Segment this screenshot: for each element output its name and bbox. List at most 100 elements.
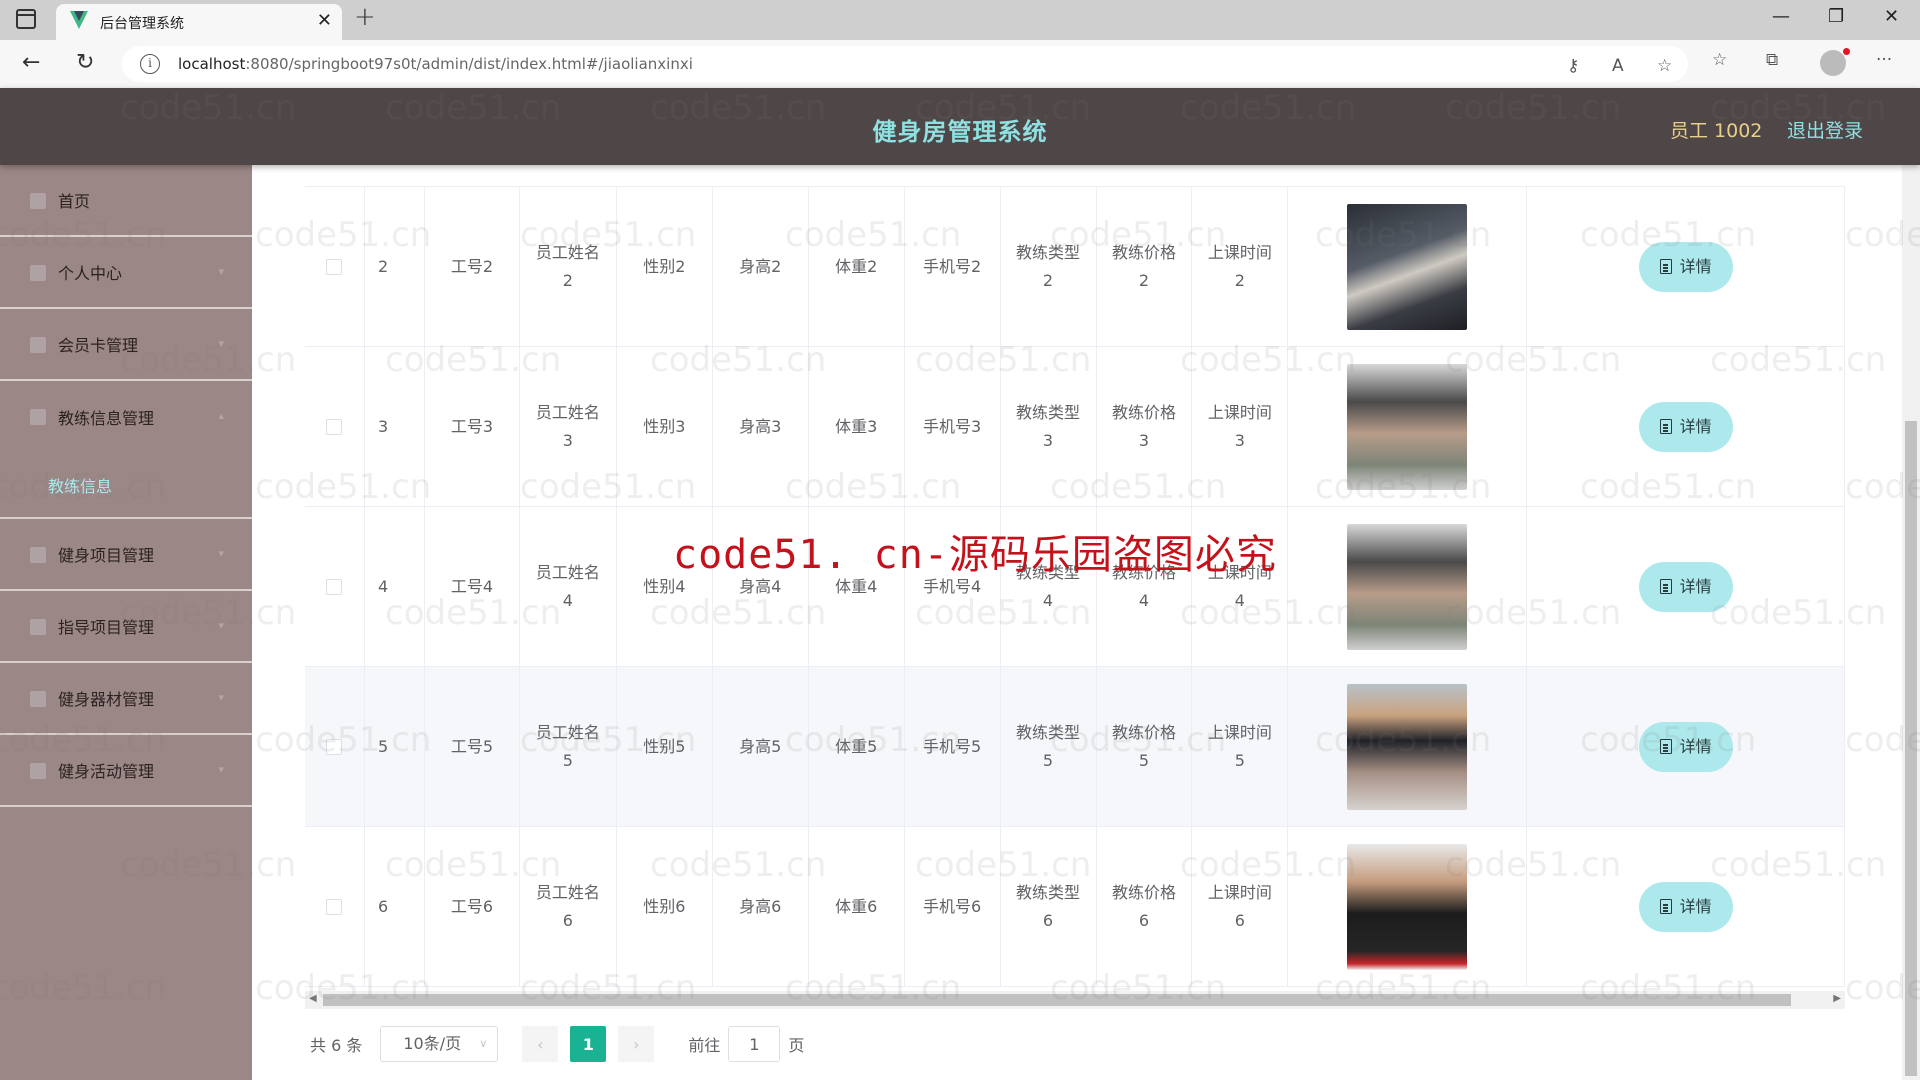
cell-text: 上课时间 3 (1207, 402, 1272, 450)
favorites-icon[interactable]: ☆ (1712, 50, 1727, 70)
coach-photo[interactable] (1347, 363, 1468, 490)
sidebar-item-profile[interactable]: 个人中心 ▾ (0, 237, 252, 309)
sidebar-item-member-card[interactable]: 会员卡管理 ▾ (0, 309, 252, 381)
phone-cell: 手机号5 (905, 667, 1001, 826)
collections-icon[interactable]: ⧉ (1766, 50, 1778, 70)
folder-icon (30, 409, 46, 425)
coach-photo[interactable] (1347, 683, 1468, 810)
price-cell: 教练价格 3 (1097, 347, 1193, 506)
logout-link[interactable]: 退出登录 (1787, 116, 1863, 143)
url-text[interactable]: localhost:8080/springboot97s0t/admin/dis… (178, 55, 693, 73)
action-cell: 详情 (1527, 507, 1845, 666)
url-path: :8080/springboot97s0t/admin/dist/index.h… (245, 55, 693, 73)
pagination: 共 6 条 10条/页 ∨ ‹ 1 › 前往 页 (310, 1025, 804, 1063)
detail-button[interactable]: 详情 (1638, 881, 1733, 932)
cell-text: 身高3 (739, 416, 782, 436)
vertical-scrollbar[interactable] (1902, 165, 1920, 1080)
cell-text: 员工姓名 3 (535, 402, 600, 450)
cell-text: 身高5 (739, 736, 782, 756)
read-aloud-icon[interactable]: A (1612, 56, 1624, 76)
detail-button[interactable]: 详情 (1638, 401, 1733, 452)
sidebar-item-label: 健身活动管理 (58, 762, 155, 781)
restore-icon[interactable]: ❐ (1828, 6, 1844, 27)
app-header: 健身房管理系统 员工 1002 退出登录 (0, 88, 1920, 165)
back-icon[interactable]: ← (22, 50, 40, 75)
sex-cell: 性别5 (617, 667, 713, 826)
cell-text: 体重6 (835, 896, 878, 916)
cell-text: 上课时间 4 (1207, 562, 1272, 610)
action-cell: 详情 (1527, 187, 1845, 346)
sidebar-item-label: 健身项目管理 (58, 546, 155, 565)
class-time-cell: 上课时间 3 (1192, 347, 1289, 506)
sidebar-item-fitness-project[interactable]: 健身项目管理 ▾ (0, 519, 252, 591)
sidebar-item-equipment[interactable]: 健身器材管理 ▾ (0, 663, 252, 735)
prev-page-button[interactable]: ‹ (522, 1026, 559, 1062)
next-page-button[interactable]: › (618, 1026, 655, 1062)
sex-cell: 性别3 (617, 347, 713, 506)
photo-cell (1288, 667, 1528, 826)
url-field[interactable]: i localhost:8080/springboot97s0t/admin/d… (122, 46, 1688, 82)
detail-button-label: 详情 (1679, 896, 1712, 916)
chevron-up-icon: ▴ (218, 409, 224, 422)
minimize-icon[interactable]: — (1772, 6, 1790, 27)
refresh-icon[interactable]: ↻ (76, 50, 94, 75)
cell-text: 体重4 (835, 576, 878, 596)
window-close-icon[interactable]: ✕ (1884, 6, 1899, 27)
table-row[interactable]: 5 工号5 员工姓名 5 性别5 身高5 体重5 手机号5 教练类型 5 教练价格 5 上课时间 5 详情 (305, 667, 1845, 827)
chevron-down-icon: ∨ (479, 1037, 488, 1050)
sidebar-subitem-coach-info[interactable]: 教练信息 (0, 453, 252, 517)
cell-text: 上课时间 2 (1207, 242, 1272, 290)
table-row[interactable]: 6 工号6 员工姓名 6 性别6 身高6 体重6 手机号6 教练类型 6 教练价格 6 上课时间 6 详情 (305, 827, 1845, 987)
page-number[interactable]: 1 (570, 1026, 607, 1062)
page-size-select[interactable]: 10条/页 ∨ (380, 1026, 499, 1062)
key-icon[interactable]: ⚷ (1567, 56, 1579, 76)
cell-text: 身高4 (739, 576, 782, 596)
plus-icon[interactable]: + (354, 2, 376, 32)
phone-cell: 手机号2 (905, 187, 1001, 346)
phone-cell: 手机号3 (905, 347, 1001, 506)
goto-page-input[interactable] (728, 1026, 781, 1062)
chart-icon (30, 619, 46, 635)
chevron-down-icon: ▾ (218, 265, 224, 278)
more-icon[interactable]: ··· (1876, 50, 1892, 70)
info-icon[interactable]: i (140, 54, 160, 74)
horizontal-scrollbar[interactable]: ◀ ▶ (305, 991, 1845, 1009)
row-checkbox[interactable] (326, 898, 343, 915)
scroll-right-icon[interactable]: ▶ (1833, 993, 1841, 1004)
close-icon[interactable]: ✕ (317, 10, 332, 31)
coach-photo[interactable] (1347, 843, 1468, 970)
scroll-left-icon[interactable]: ◀ (309, 993, 317, 1004)
detail-button[interactable]: 详情 (1638, 721, 1733, 772)
price-cell: 教练价格 2 (1097, 187, 1193, 346)
detail-button[interactable]: 详情 (1638, 241, 1733, 292)
coach-photo[interactable] (1347, 523, 1468, 650)
table-row[interactable]: 4 工号4 员工姓名 4 性别4 身高4 体重4 手机号4 教练类型 4 教练价格 4 上课时间 4 详情 (305, 507, 1845, 667)
sidebar-item-activity[interactable]: 健身活动管理 ▾ (0, 735, 252, 807)
profile-icon[interactable] (1820, 48, 1850, 76)
horizontal-scroll-thumb[interactable] (323, 994, 1791, 1006)
coach-type-cell: 教练类型 5 (1001, 667, 1097, 826)
table-row[interactable]: 2 工号2 员工姓名 2 性别2 身高2 体重2 手机号2 教练类型 2 教练价格 2 上课时间 2 详情 (305, 187, 1845, 347)
sidebar-item-guidance-project[interactable]: 指导项目管理 ▾ (0, 591, 252, 663)
browser-tab[interactable]: 后台管理系统 ✕ (56, 4, 342, 40)
sex-cell: 性别4 (617, 507, 713, 666)
sidebar-item-label: 会员卡管理 (58, 336, 139, 355)
add-favorite-icon[interactable]: ☆ (1657, 56, 1672, 76)
coach-type-cell: 教练类型 2 (1001, 187, 1097, 346)
cell-text: 手机号3 (923, 416, 982, 436)
sidebar-item-label: 教练信息管理 (58, 409, 155, 428)
sidebar-item-home[interactable]: 首页 (0, 165, 252, 237)
sidebar-item-coach-management[interactable]: 教练信息管理 ▴ (0, 381, 252, 453)
sidebar-toggle-icon[interactable] (16, 9, 36, 29)
table-row[interactable]: 3 工号3 员工姓名 3 性别3 身高3 体重3 手机号3 教练类型 3 教练价格 3 上课时间 3 详情 (305, 347, 1845, 507)
row-checkbox[interactable] (326, 258, 343, 275)
row-checkbox[interactable] (326, 738, 343, 755)
vertical-scroll-thumb[interactable] (1905, 421, 1917, 1076)
detail-button[interactable]: 详情 (1638, 561, 1733, 612)
row-checkbox[interactable] (326, 418, 343, 435)
coach-photo[interactable] (1347, 203, 1468, 330)
row-checkbox[interactable] (326, 578, 343, 595)
weight-cell: 体重3 (809, 347, 905, 506)
document-icon (1659, 259, 1672, 274)
photo-cell (1288, 507, 1528, 666)
